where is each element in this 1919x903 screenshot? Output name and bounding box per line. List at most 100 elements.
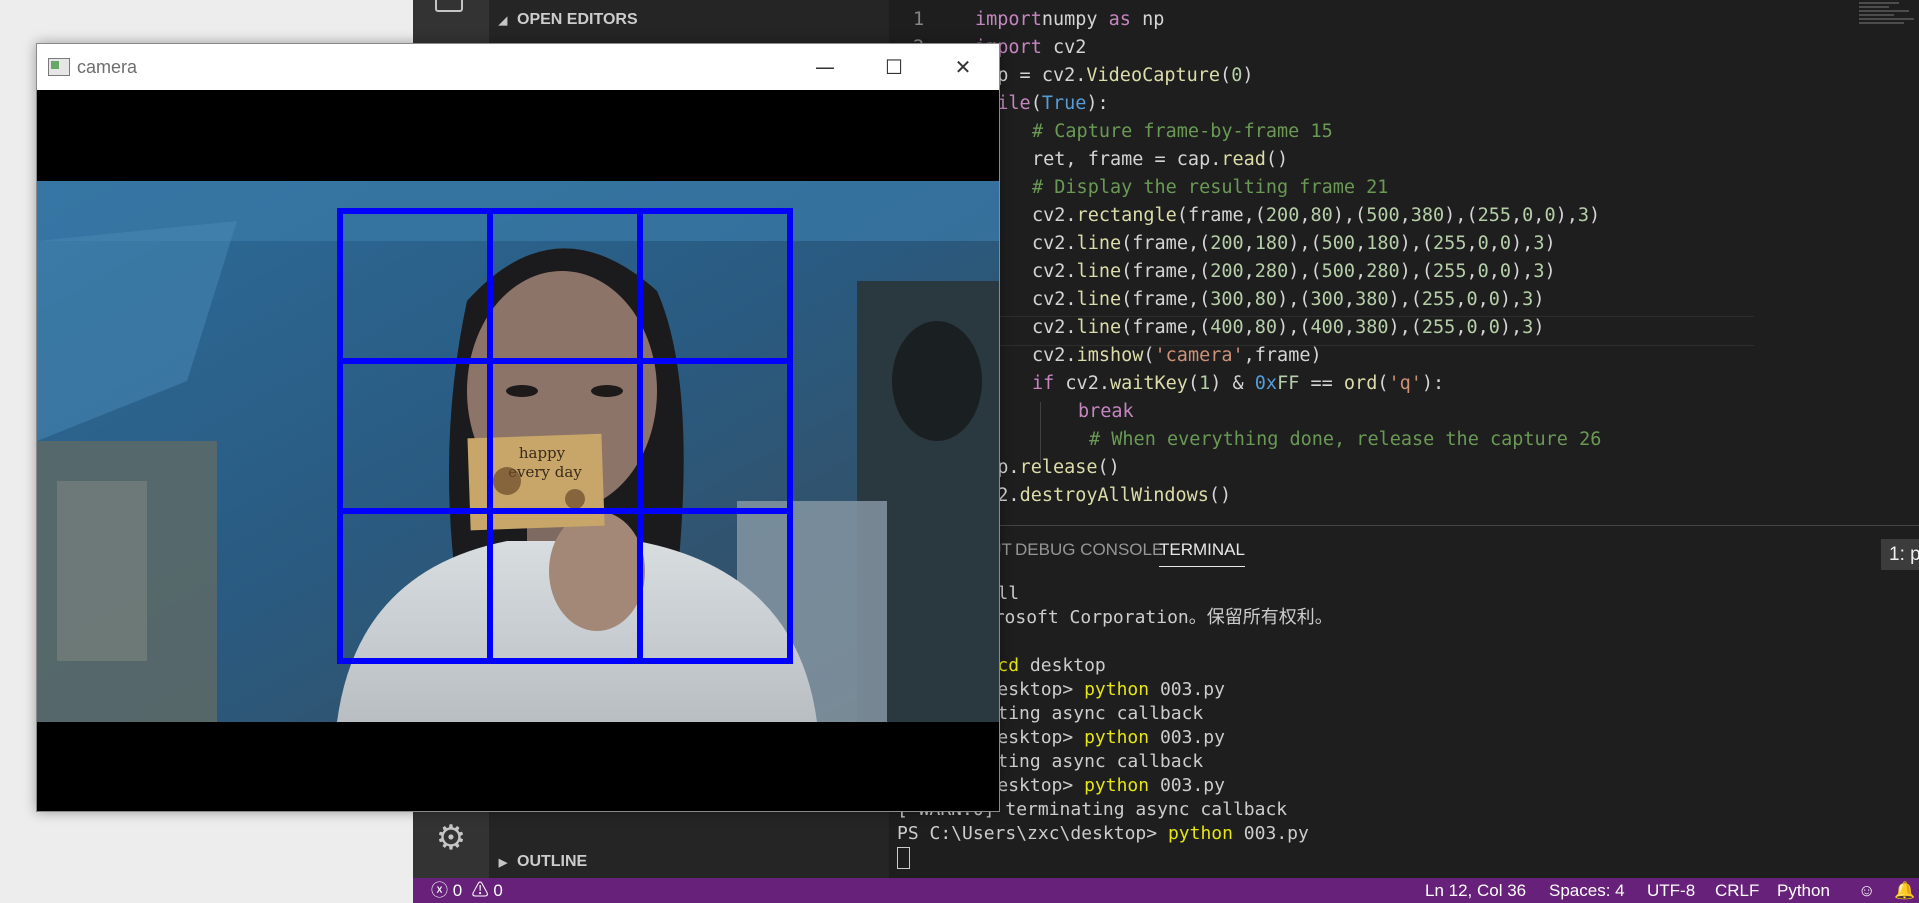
code-text: importnumpy as np bbox=[975, 6, 1164, 34]
maximize-button[interactable]: ☐ bbox=[859, 44, 929, 90]
code-token: if bbox=[1032, 373, 1055, 394]
code-text: cv2.imshow('camera',frame) bbox=[1032, 342, 1322, 370]
code-token: , bbox=[1511, 205, 1523, 226]
code-token: 3 bbox=[1533, 261, 1545, 282]
camera-titlebar[interactable]: camera — ☐ ✕ bbox=[37, 44, 999, 90]
code-token: (frame,( bbox=[1176, 205, 1266, 226]
terminal-token: 003.py bbox=[1149, 775, 1225, 796]
code-token: ) bbox=[1544, 261, 1556, 282]
code-token: 80 bbox=[1310, 205, 1333, 226]
code-token: 180 bbox=[1366, 233, 1400, 254]
code-token: release bbox=[1019, 457, 1098, 478]
code-token: ret, frame = cap. bbox=[1032, 149, 1222, 170]
code-token: ),( bbox=[1444, 205, 1478, 226]
code-token: (frame,( bbox=[1121, 261, 1211, 282]
code-text: cv2.rectangle(frame,(200,80),(500,380),(… bbox=[1032, 202, 1600, 230]
code-token: ,frame) bbox=[1243, 345, 1322, 366]
code-token: , bbox=[1455, 289, 1467, 310]
outline-header[interactable]: ▶ OUTLINE bbox=[489, 847, 889, 877]
code-token: , bbox=[1355, 233, 1367, 254]
code-token: ): bbox=[1421, 373, 1445, 394]
code-token: ),( bbox=[1332, 205, 1367, 226]
code-token: , bbox=[1466, 233, 1478, 254]
code-token: , bbox=[1533, 205, 1545, 226]
code-token: 0 bbox=[1477, 261, 1489, 282]
code-token: 180 bbox=[1254, 233, 1289, 254]
code-token: 0 bbox=[1544, 205, 1556, 226]
code-line: 2import cv2 bbox=[889, 34, 1889, 62]
encoding[interactable]: UTF-8 bbox=[1647, 878, 1695, 903]
code-token: line bbox=[1076, 317, 1122, 338]
code-token: 380 bbox=[1410, 205, 1445, 226]
code-token: # When everything done, release the capt… bbox=[1089, 429, 1602, 450]
code-token: ( bbox=[1377, 373, 1389, 394]
code-token: ),( bbox=[1399, 233, 1434, 254]
code-token: 255 bbox=[1433, 261, 1467, 282]
indentation[interactable]: Spaces: 4 bbox=[1549, 878, 1625, 903]
code-line: # When everything done, release the capt… bbox=[889, 426, 1889, 454]
code-line: cv2.rectangle(frame,(200,80),(500,380),(… bbox=[889, 202, 1889, 230]
code-token: ),( bbox=[1388, 317, 1422, 338]
code-token: 255 bbox=[1433, 233, 1467, 254]
code-token: 0 bbox=[1466, 317, 1478, 338]
code-token: line bbox=[1076, 233, 1122, 254]
code-line: cv2.destroyAllWindows() bbox=[889, 482, 1889, 510]
code-token: (frame,( bbox=[1121, 289, 1211, 310]
code-token: cv2. bbox=[1032, 261, 1077, 282]
code-token: cv2. bbox=[1032, 345, 1077, 366]
window-title: camera bbox=[77, 57, 138, 77]
code-token: 255 bbox=[1421, 317, 1456, 338]
minimap[interactable] bbox=[1859, 0, 1919, 44]
code-token: == bbox=[1299, 373, 1344, 394]
camera-window: camera — ☐ ✕ happy every day bbox=[36, 43, 1000, 812]
feedback-smiley-icon[interactable]: ☺ bbox=[1858, 878, 1875, 903]
chevron-down-icon: ◢ bbox=[498, 15, 508, 27]
code-token: rectangle bbox=[1076, 205, 1177, 226]
code-text: cv2.line(frame,(400,80),(400,380),(255,0… bbox=[1032, 314, 1544, 342]
end-of-line[interactable]: CRLF bbox=[1715, 878, 1759, 903]
code-token: , bbox=[1243, 317, 1255, 338]
panel-tab[interactable]: TERMINAL bbox=[1159, 540, 1245, 567]
open-editors-header[interactable]: ◢ OPEN EDITORS bbox=[489, 5, 889, 35]
code-token: ) bbox=[1533, 289, 1545, 310]
language-mode[interactable]: Python bbox=[1777, 878, 1830, 903]
minimize-button[interactable]: — bbox=[790, 44, 860, 90]
code-token: 255 bbox=[1477, 205, 1512, 226]
code-token: 300 bbox=[1210, 289, 1244, 310]
code-token: 'camera' bbox=[1154, 345, 1244, 366]
terminal-cursor bbox=[897, 846, 910, 870]
code-token: , bbox=[1477, 317, 1489, 338]
code-token: , bbox=[1399, 205, 1411, 226]
code-editor[interactable]: 1importnumpy as np2import cv2cap = cv2.V… bbox=[889, 0, 1919, 525]
cursor-position[interactable]: Ln 12, Col 36 bbox=[1425, 878, 1526, 903]
gear-icon[interactable]: ⚙ bbox=[433, 820, 469, 856]
code-token: () bbox=[1265, 149, 1289, 170]
terminal-token: 003.py bbox=[1149, 727, 1225, 748]
code-token: , bbox=[1488, 261, 1500, 282]
code-token: 0 bbox=[1499, 261, 1512, 282]
code-token: 0 bbox=[1488, 289, 1500, 310]
notification-bell-icon[interactable]: 🔔 bbox=[1894, 878, 1915, 903]
code-token: , bbox=[1343, 317, 1356, 338]
warning-icon: ⚠ bbox=[471, 881, 489, 900]
terminal-token: PS C:\Users\zxc\desktop> bbox=[897, 823, 1168, 844]
panel-tab[interactable]: DEBUG CONSOLE bbox=[1015, 540, 1163, 566]
code-token: cv2. bbox=[1054, 373, 1110, 394]
code-token: ),( bbox=[1277, 317, 1311, 338]
code-token: numpy bbox=[1041, 9, 1109, 30]
code-token: 500 bbox=[1321, 261, 1356, 282]
close-button[interactable]: ✕ bbox=[928, 44, 998, 90]
window-app-icon bbox=[48, 58, 70, 76]
code-token: ),( bbox=[1277, 289, 1311, 310]
code-token: (frame,( bbox=[1121, 233, 1211, 254]
code-token: 1 bbox=[1199, 373, 1211, 394]
code-token: 0 bbox=[1488, 317, 1500, 338]
error-count: 0 bbox=[452, 881, 463, 900]
terminal-select[interactable]: 1: python ▼ bbox=[1881, 539, 1919, 570]
problems-indicator[interactable]: ⓧ 0 ⚠ 0 bbox=[431, 878, 503, 903]
code-token: 3 bbox=[1577, 205, 1589, 226]
code-token: VideoCapture bbox=[1086, 65, 1221, 86]
code-token: np bbox=[1130, 9, 1165, 30]
explorer-icon[interactable] bbox=[435, 0, 463, 12]
code-token: line bbox=[1076, 289, 1122, 310]
